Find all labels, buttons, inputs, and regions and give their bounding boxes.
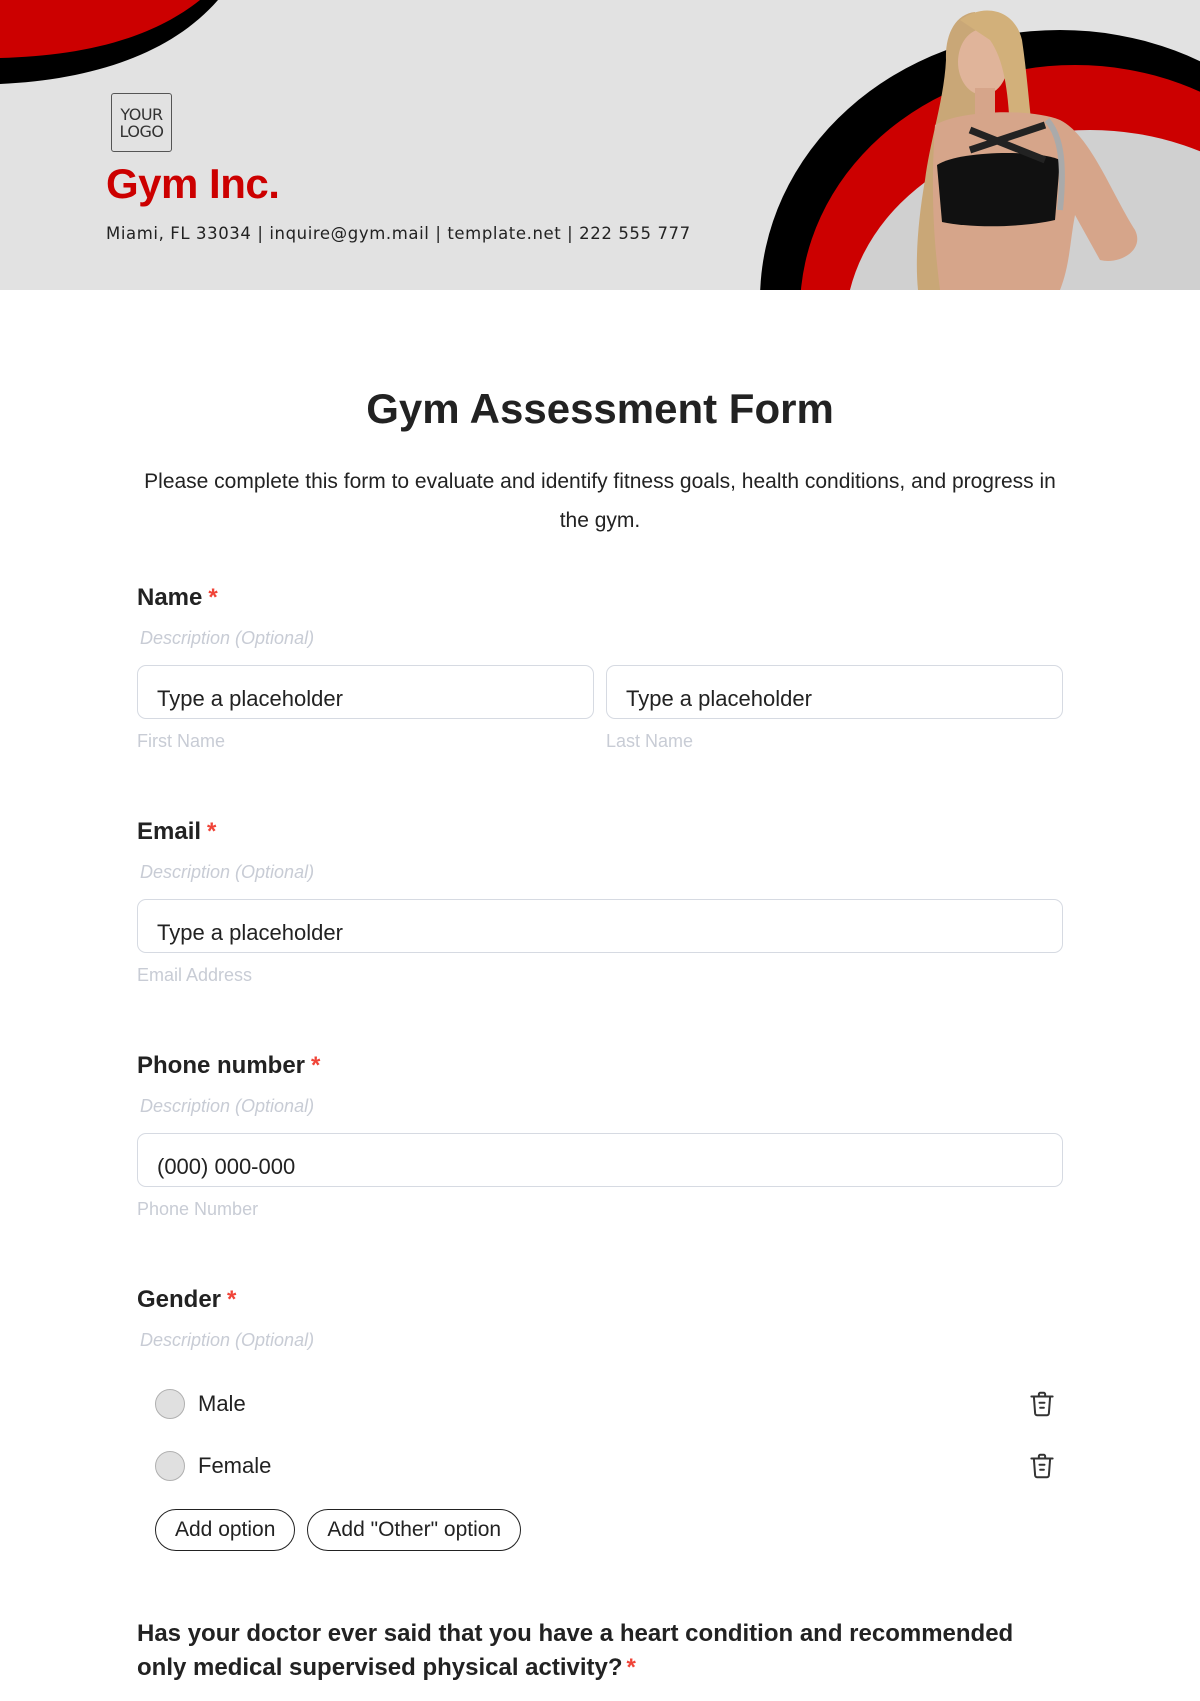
question-label: Name *	[137, 584, 218, 611]
question-description[interactable]: Description (Optional)	[140, 1330, 1063, 1351]
question-phone: Phone number* Description (Optional) Pho…	[137, 1052, 1063, 1220]
question-label: Phone number *	[137, 1052, 321, 1079]
question-gender: Gender * Description (Optional) Male Fema…	[137, 1286, 1063, 1551]
first-name-input[interactable]	[137, 665, 594, 719]
last-name-helper: Last Name	[606, 731, 694, 751]
question-description[interactable]: Description (Optional)	[140, 1096, 1063, 1117]
question-email: Email* Description (Optional) Email Addr…	[137, 818, 1063, 986]
phone-input[interactable]	[137, 1133, 1063, 1187]
question-description[interactable]: Description (Optional)	[140, 628, 1063, 649]
email-helper: Email Address	[137, 965, 253, 985]
question-name: Name* Description (Optional) First Name …	[137, 584, 1063, 752]
radio-option-male[interactable]: Male	[137, 1373, 1063, 1435]
question-description[interactable]: Description (Optional)	[140, 862, 1063, 883]
required-asterisk: *	[227, 1286, 237, 1313]
required-asterisk: *	[626, 1654, 636, 1681]
phone-helper: Phone Number	[137, 1199, 259, 1219]
question-heart-condition: Has your doctor ever said that you have …	[137, 1617, 1063, 1685]
required-asterisk: *	[311, 1052, 321, 1079]
company-contact: Miami, FL 33034 | inquire@gym.mail | tem…	[106, 224, 691, 243]
required-asterisk: *	[207, 818, 217, 845]
radio-option-female[interactable]: Female	[137, 1435, 1063, 1497]
header-banner: YOUR LOGO Gym Inc. Miami, FL 33034 | inq…	[0, 0, 1200, 290]
question-label: Email *	[137, 818, 217, 845]
radio-label: Male	[198, 1391, 246, 1416]
form-subtitle: Please complete this form to evaluate an…	[144, 470, 1056, 532]
add-other-option-button[interactable]: Add "Other" option	[307, 1509, 522, 1551]
first-name-helper: First Name	[137, 731, 226, 751]
radio-button[interactable]	[155, 1451, 185, 1481]
question-label: Has your doctor ever said that you have …	[137, 1620, 1014, 1681]
decorative-swoosh	[0, 0, 1200, 290]
logo-placeholder: YOUR LOGO	[111, 93, 172, 152]
gender-options: Male Female	[137, 1373, 1063, 1497]
logo-text-line1: YOUR	[120, 104, 163, 124]
trash-icon[interactable]	[1027, 1451, 1057, 1481]
question-label: Gender *	[137, 1286, 237, 1313]
trash-icon[interactable]	[1027, 1389, 1057, 1419]
radio-label: Female	[198, 1453, 272, 1478]
add-option-button[interactable]: Add option	[155, 1509, 296, 1551]
form-title: Gym Assessment Form	[366, 385, 834, 432]
last-name-input[interactable]	[606, 665, 1063, 719]
logo-text-line2: LOGO	[119, 121, 164, 141]
company-name: Gym Inc.	[106, 160, 280, 207]
required-asterisk: *	[208, 584, 218, 611]
radio-button[interactable]	[155, 1389, 185, 1419]
email-input[interactable]	[137, 899, 1063, 953]
